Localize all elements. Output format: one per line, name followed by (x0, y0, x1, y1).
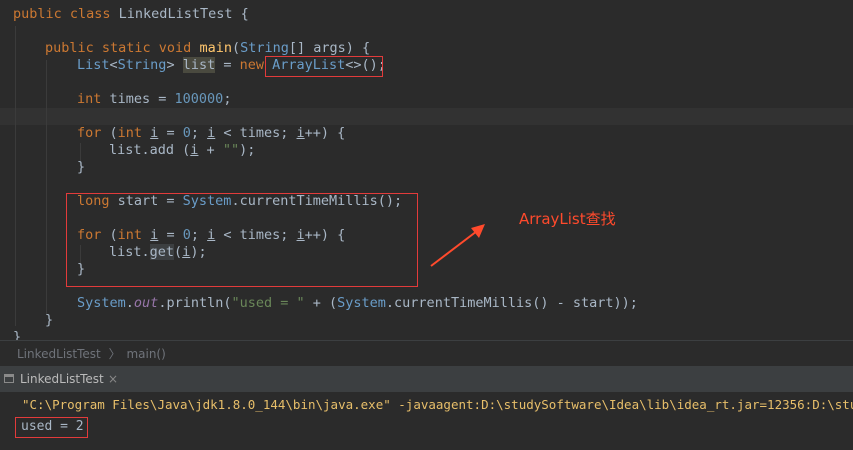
code-text: ; (190, 125, 208, 141)
code-line-list-add[interactable]: list.add (i + ""); (109, 142, 255, 159)
keyword: long (77, 193, 118, 209)
type-name: System (77, 295, 126, 311)
code-text: = (158, 227, 183, 243)
code-text: ++) { (304, 125, 346, 141)
console-output[interactable]: "C:\Program Files\Java\jdk1.8.0_144\bin\… (0, 392, 853, 450)
code-line-main-decl[interactable]: public static void main(String[] args) { (45, 40, 370, 57)
code-editor[interactable]: public class LinkedListTest { public sta… (0, 0, 853, 340)
static-field-out: out (133, 295, 159, 311)
code-line-brace[interactable]: } (77, 261, 85, 278)
code-text: list. (109, 244, 150, 260)
divider (0, 340, 853, 341)
loop-variable: i (296, 227, 305, 243)
code-text: ); (190, 244, 207, 260)
code-line-list-decl[interactable]: List<String> list = new ArrayList<>(); (77, 57, 386, 74)
code-text: ); (239, 142, 256, 158)
code-text: < times; (215, 125, 297, 141)
console-command-line: "C:\Program Files\Java\jdk1.8.0_144\bin\… (22, 397, 853, 412)
close-icon[interactable]: × (108, 366, 118, 392)
breadcrumb-method[interactable]: main() (126, 347, 165, 361)
code-text: <>(); (345, 57, 386, 73)
method-name: main (199, 40, 232, 56)
keyword: int (77, 91, 110, 107)
code-text: [] args) { (288, 40, 371, 56)
code-text: ; (223, 91, 232, 107)
class-name: LinkedListTest (118, 6, 233, 22)
breadcrumb-separator: 〉 (108, 347, 121, 361)
caret-line-highlight (0, 108, 853, 125)
code-text: list.add ( (109, 142, 191, 158)
code-line-brace[interactable]: } (77, 159, 85, 176)
code-text: ( (109, 125, 118, 141)
code-text: = (215, 57, 240, 73)
code-text: ( (174, 244, 183, 260)
code-line-brace[interactable]: } (13, 329, 21, 340)
keyword: for (77, 227, 110, 243)
code-text: = (158, 125, 183, 141)
console-result: used = 2 (21, 419, 84, 434)
keyword: public class (13, 6, 119, 22)
keyword: for (77, 125, 110, 141)
code-text: } (77, 159, 86, 175)
keyword: int (117, 227, 151, 243)
code-text: } (13, 329, 22, 340)
method-get: get (149, 244, 175, 260)
code-text: .println( (158, 295, 232, 311)
code-line-println[interactable]: System.out.println("used = " + (System.c… (77, 295, 638, 312)
type-name: String (117, 57, 167, 73)
string-literal: "" (222, 142, 240, 158)
code-text: .currentTimeMillis() - start)); (385, 295, 638, 311)
code-text: times = (109, 91, 175, 107)
run-tab-label[interactable]: LinkedListTest (20, 366, 104, 392)
breadcrumb-class[interactable]: LinkedListTest (17, 347, 101, 361)
code-text: > (166, 57, 183, 73)
code-line-class-decl[interactable]: public class LinkedListTest { (13, 6, 249, 23)
code-text: + ( (304, 295, 338, 311)
type-name: String (240, 40, 289, 56)
code-line-for-add[interactable]: for (int i = 0; i < times; i++) { (77, 125, 345, 142)
number-literal: 0 (182, 227, 191, 243)
loop-variable: i (296, 125, 305, 141)
keyword: int (117, 125, 151, 141)
type-name: System (182, 193, 232, 209)
variable-list: list (182, 57, 216, 73)
code-line-list-get[interactable]: list.get(i); (109, 244, 207, 261)
code-line-times-decl[interactable]: int times = 100000; (77, 91, 231, 108)
code-text: } (45, 312, 54, 328)
code-text: ; (190, 227, 208, 243)
string-literal: "used = " (231, 295, 305, 311)
annotation-label: ArrayList查找 (519, 210, 616, 228)
code-text: start = (117, 193, 183, 209)
type-name: System (337, 295, 386, 311)
indent-guide (15, 26, 16, 326)
code-line-for-get[interactable]: for (int i = 0; i < times; i++) { (77, 227, 345, 244)
keyword: new (239, 57, 273, 73)
code-line-start-decl[interactable]: long start = System.currentTimeMillis(); (77, 193, 402, 210)
code-text: . (125, 295, 134, 311)
code-text: ( (109, 227, 118, 243)
run-window-icon (4, 374, 14, 383)
code-text: ( (231, 40, 241, 56)
code-text: < (109, 57, 118, 73)
code-text: } (77, 261, 86, 277)
number-literal: 100000 (174, 91, 224, 107)
code-text: ++) { (304, 227, 346, 243)
code-line-brace[interactable]: } (45, 312, 53, 329)
keyword: public static void (45, 40, 200, 56)
type-name: ArrayList (272, 57, 346, 73)
code-text: < times; (215, 227, 297, 243)
run-tool-window-header: LinkedListTest × (0, 366, 853, 392)
type-name: List (77, 57, 110, 73)
number-literal: 0 (182, 125, 191, 141)
code-text: { (232, 6, 249, 22)
breadcrumb: LinkedListTest 〉 main() (0, 343, 853, 365)
indent-guide (46, 60, 47, 315)
code-text: + (198, 142, 223, 158)
annotation-arrow-icon (430, 224, 485, 267)
code-text: .currentTimeMillis(); (231, 193, 403, 209)
